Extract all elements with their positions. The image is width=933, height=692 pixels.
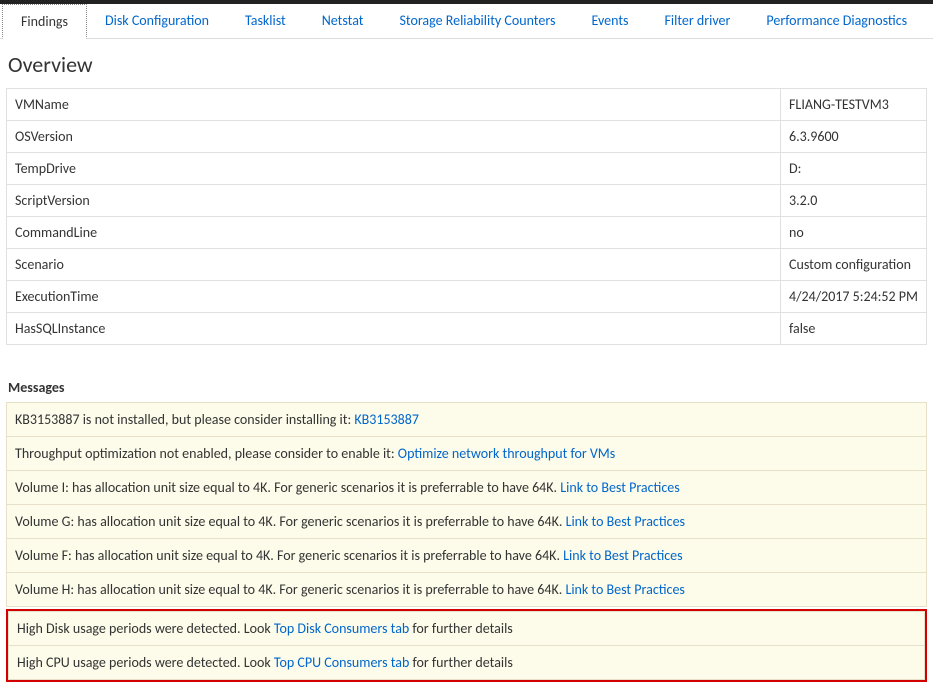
tab-events[interactable]: Events (573, 4, 646, 38)
overview-value: D: (781, 153, 927, 185)
message-link[interactable]: Top Disk Consumers tab (274, 620, 409, 637)
overview-row: ScenarioCustom configuration (7, 249, 927, 281)
messages-list: KB3153887 is not installed, but please c… (6, 402, 927, 607)
message-text: for further details (409, 654, 513, 671)
tab-performance-diagnostics[interactable]: Performance Diagnostics (748, 4, 925, 38)
message-link[interactable]: Link to Best Practices (560, 479, 679, 496)
tab-netstat[interactable]: Netstat (304, 4, 382, 38)
message-link[interactable]: Link to Best Practices (566, 513, 685, 530)
message-text: High CPU usage periods were detected. Lo… (17, 654, 274, 671)
overview-row: TempDriveD: (7, 153, 927, 185)
message-row: Volume H: has allocation unit size equal… (6, 573, 927, 607)
message-row: High Disk usage periods were detected. L… (8, 611, 925, 646)
overview-key: ScriptVersion (7, 185, 781, 217)
overview-key: HasSQLInstance (7, 313, 781, 345)
message-text: High Disk usage periods were detected. L… (17, 620, 274, 637)
message-link[interactable]: Link to Best Practices (565, 581, 684, 598)
message-link[interactable]: KB3153887 (354, 411, 419, 428)
overview-row: CommandLineno (7, 217, 927, 249)
overview-row: OSVersion6.3.9600 (7, 121, 927, 153)
message-text: Volume F: has allocation unit size equal… (15, 547, 563, 564)
message-text: Volume G: has allocation unit size equal… (15, 513, 566, 530)
message-row: Volume G: has allocation unit size equal… (6, 505, 927, 539)
tab-findings[interactable]: Findings (2, 4, 87, 39)
message-row: High CPU usage periods were detected. Lo… (8, 646, 925, 680)
message-row: Throughput optimization not enabled, ple… (6, 437, 927, 471)
overview-value: 4/24/2017 5:24:52 PM (781, 281, 927, 313)
tab-bar: FindingsDisk ConfigurationTasklistNetsta… (0, 4, 933, 39)
overview-value: 6.3.9600 (781, 121, 927, 153)
overview-value: FLIANG-TESTVM3 (781, 89, 927, 121)
tab-tasklist[interactable]: Tasklist (227, 4, 304, 38)
message-text: Throughput optimization not enabled, ple… (15, 445, 398, 462)
overview-key: OSVersion (7, 121, 781, 153)
overview-key: ExecutionTime (7, 281, 781, 313)
overview-value: no (781, 217, 927, 249)
tab-filter-driver[interactable]: Filter driver (647, 4, 749, 38)
tab-storage-reliability-counters[interactable]: Storage Reliability Counters (381, 4, 573, 38)
message-row: Volume F: has allocation unit size equal… (6, 539, 927, 573)
overview-heading: Overview (8, 51, 927, 78)
tab-content-findings: Overview VMNameFLIANG-TESTVM3OSVersion6.… (0, 39, 933, 692)
overview-row: HasSQLInstancefalse (7, 313, 927, 345)
overview-row: VMNameFLIANG-TESTVM3 (7, 89, 927, 121)
overview-value: false (781, 313, 927, 345)
overview-key: VMName (7, 89, 781, 121)
message-text: Volume H: has allocation unit size equal… (15, 581, 565, 598)
tab-disk-configuration[interactable]: Disk Configuration (87, 4, 227, 38)
message-text: for further details (409, 620, 513, 637)
message-row: Volume I: has allocation unit size equal… (6, 471, 927, 505)
overview-table: VMNameFLIANG-TESTVM3OSVersion6.3.9600Tem… (6, 88, 927, 345)
messages-heading: Messages (8, 379, 925, 396)
overview-key: Scenario (7, 249, 781, 281)
overview-row: ExecutionTime4/24/2017 5:24:52 PM (7, 281, 927, 313)
message-link[interactable]: Optimize network throughput for VMs (398, 445, 615, 462)
message-text: KB3153887 is not installed, but please c… (15, 411, 354, 428)
overview-key: TempDrive (7, 153, 781, 185)
highlighted-messages: High Disk usage periods were detected. L… (6, 609, 927, 682)
message-row: KB3153887 is not installed, but please c… (6, 402, 927, 437)
message-text: Volume I: has allocation unit size equal… (15, 479, 560, 496)
overview-key: CommandLine (7, 217, 781, 249)
overview-value: 3.2.0 (781, 185, 927, 217)
message-link[interactable]: Top CPU Consumers tab (274, 654, 409, 671)
message-link[interactable]: Link to Best Practices (563, 547, 682, 564)
overview-value: Custom configuration (781, 249, 927, 281)
overview-row: ScriptVersion3.2.0 (7, 185, 927, 217)
